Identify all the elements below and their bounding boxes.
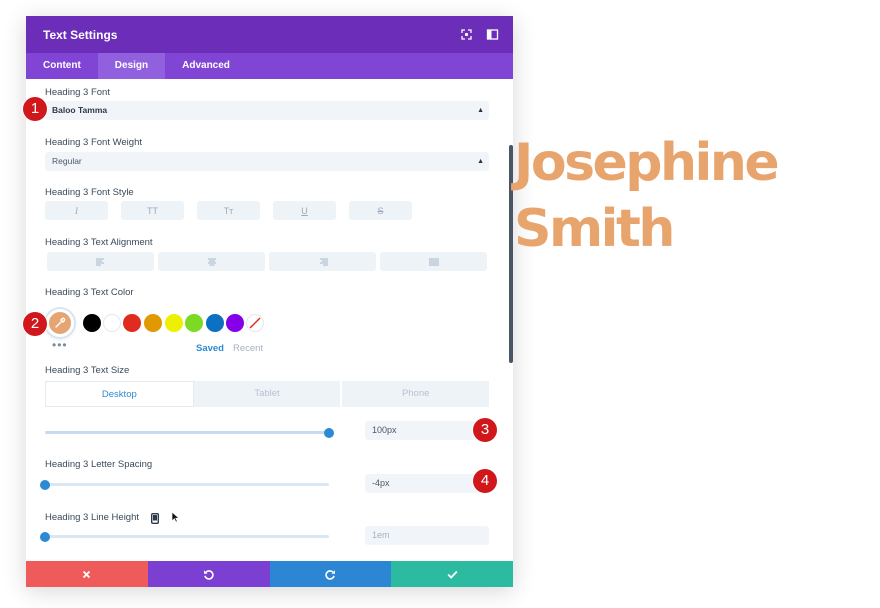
text-settings-modal: Text Settings Content Design Advanced He…: [26, 16, 513, 587]
device-tabs: Desktop Tablet Phone: [45, 381, 490, 407]
strikethrough-button[interactable]: S: [349, 201, 412, 220]
align-right-button[interactable]: [269, 252, 376, 271]
align-center-icon: [207, 258, 216, 265]
tab-content[interactable]: Content: [26, 53, 98, 79]
undo-icon: [204, 569, 214, 580]
redo-button[interactable]: [269, 561, 392, 587]
select-arrows-icon: ▲: [477, 107, 484, 114]
line-height-slider[interactable]: [40, 531, 329, 542]
undo-button[interactable]: [147, 561, 270, 587]
swatch-red[interactable]: [123, 314, 141, 332]
saved-colors-tab[interactable]: Saved: [196, 343, 224, 354]
modal-header: Text Settings: [26, 16, 513, 53]
split-view-icon[interactable]: [486, 28, 499, 41]
annotation-marker-3: 3: [473, 418, 497, 442]
responsive-phone-icon[interactable]: [150, 511, 159, 529]
color-picker-button[interactable]: [46, 309, 74, 337]
redo-icon: [325, 569, 335, 580]
annotation-marker-2: 2: [23, 312, 47, 336]
swatch-blue[interactable]: [206, 314, 224, 332]
annotation-marker-4: 4: [473, 469, 497, 493]
modal-tabs: Content Design Advanced: [26, 53, 513, 79]
tab-advanced[interactable]: Advanced: [165, 53, 247, 79]
settings-body: Heading 3 Font Baloo Tamma ▲ Heading 3 F…: [26, 79, 513, 561]
swatch-purple[interactable]: [226, 314, 244, 332]
recent-colors-tab[interactable]: Recent: [233, 343, 263, 354]
letter-spacing-input[interactable]: [365, 474, 489, 493]
italic-button[interactable]: I: [45, 201, 108, 220]
letter-spacing-slider[interactable]: [40, 479, 329, 490]
preview-line-1: Josephine: [514, 133, 780, 193]
swatch-black[interactable]: [83, 314, 101, 332]
line-height-input[interactable]: [365, 526, 489, 545]
modal-footer: [26, 561, 513, 587]
more-colors-icon[interactable]: •••: [52, 339, 68, 351]
align-right-icon: [319, 258, 328, 265]
underline-button[interactable]: U: [273, 201, 336, 220]
font-weight-select-value: Regular: [52, 156, 82, 166]
align-justify-button[interactable]: [380, 252, 487, 271]
fullscreen-icon[interactable]: [460, 28, 473, 41]
text-size-slider[interactable]: [45, 427, 334, 438]
font-label: Heading 3 Font: [45, 87, 110, 98]
text-size-input[interactable]: [365, 421, 489, 440]
tab-design[interactable]: Design: [97, 53, 166, 79]
heading-preview: Josephine Smith: [514, 130, 874, 262]
align-left-button[interactable]: [47, 252, 154, 271]
font-style-buttons: I TT Tт U S: [45, 201, 425, 220]
eyedropper-icon: [55, 317, 66, 328]
alignment-buttons: [47, 252, 491, 271]
mouse-cursor-icon: [171, 510, 180, 528]
swatch-orange[interactable]: [144, 314, 162, 332]
cancel-button[interactable]: [26, 561, 148, 587]
font-select-value: Baloo Tamma: [52, 105, 108, 115]
close-icon: [83, 570, 91, 578]
slider-fill: [45, 431, 329, 434]
device-tab-tablet[interactable]: Tablet: [193, 381, 343, 407]
font-weight-label: Heading 3 Font Weight: [45, 137, 142, 148]
device-tab-desktop[interactable]: Desktop: [45, 381, 194, 407]
preview-line-2: Smith: [514, 199, 675, 259]
page-scrollbar[interactable]: [509, 145, 513, 363]
select-arrows-icon: ▲: [477, 158, 484, 165]
modal-title: Text Settings: [43, 28, 118, 42]
swatch-green[interactable]: [185, 314, 203, 332]
slider-handle[interactable]: [40, 479, 50, 490]
align-justify-icon: [428, 258, 439, 265]
no-color-icon[interactable]: [246, 314, 264, 332]
alignment-label: Heading 3 Text Alignment: [45, 237, 153, 248]
line-height-label: Heading 3 Line Height: [45, 512, 140, 523]
annotation-marker-1: 1: [23, 97, 47, 121]
align-center-button[interactable]: [158, 252, 265, 271]
uppercase-button[interactable]: TT: [121, 201, 184, 220]
font-style-label: Heading 3 Font Style: [45, 187, 134, 198]
font-weight-select[interactable]: Regular ▲: [45, 152, 489, 171]
capitalize-button[interactable]: Tт: [197, 201, 260, 220]
align-left-icon: [95, 258, 104, 265]
checkmark-icon: [447, 570, 458, 579]
text-color-label: Heading 3 Text Color: [45, 287, 134, 298]
swatch-white[interactable]: [103, 314, 121, 332]
swatch-yellow[interactable]: [165, 314, 183, 332]
slider-handle[interactable]: [40, 531, 50, 542]
save-button[interactable]: [391, 561, 513, 587]
font-select[interactable]: Baloo Tamma ▲: [45, 101, 489, 120]
text-size-label: Heading 3 Text Size: [45, 365, 130, 376]
letter-spacing-label: Heading 3 Letter Spacing: [45, 459, 153, 470]
slider-handle[interactable]: [324, 427, 334, 438]
device-tab-phone[interactable]: Phone: [342, 381, 490, 407]
